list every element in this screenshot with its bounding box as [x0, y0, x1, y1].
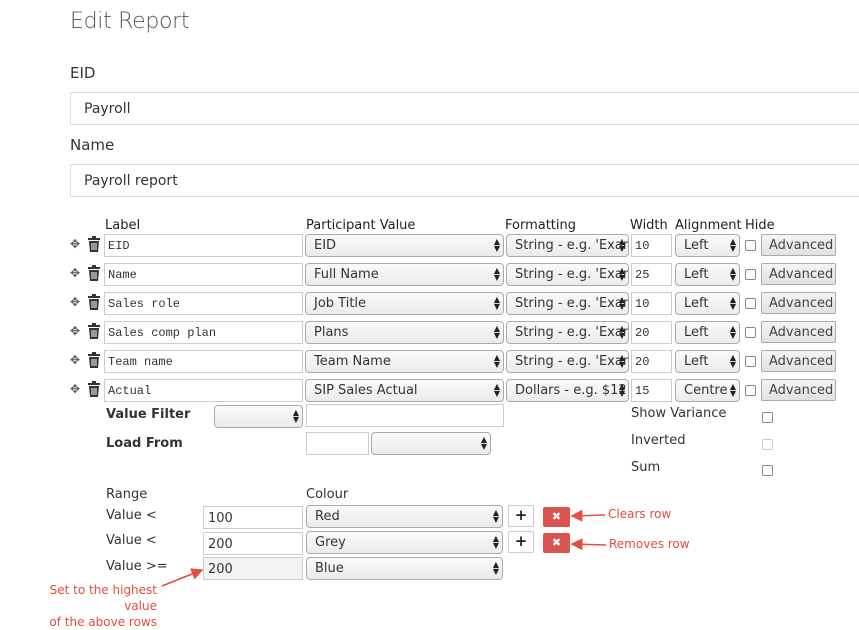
removes-row-note: Removes row [609, 537, 690, 551]
removes-row-arrow [570, 538, 607, 551]
clears-row-arrow [570, 509, 606, 522]
annotation-arrows [161, 509, 607, 587]
clears-row-note: Clears row [608, 507, 672, 521]
highest-value-note-line: Set to the highest value [49, 583, 157, 613]
highest-value-arrow [161, 568, 204, 587]
highest-value-note-line: of the above rows [49, 615, 157, 629]
highest-value-note: Set to the highest value of the above ro… [17, 582, 157, 630]
